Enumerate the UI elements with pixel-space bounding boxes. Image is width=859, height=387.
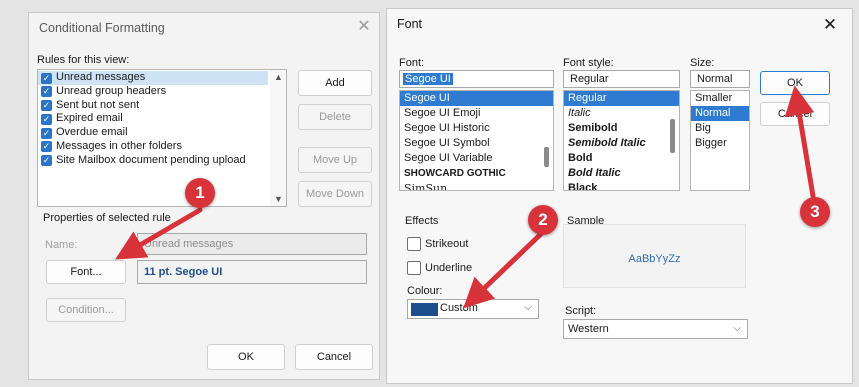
properties-label: Properties of selected rule [43, 212, 171, 224]
sample-box: AaBbYyZz [563, 224, 746, 288]
size-item[interactable]: Bigger [691, 136, 749, 151]
font-list[interactable]: Segoe UI Segoe UI Emoji Segoe UI Histori… [399, 90, 554, 191]
rule-label: Unread messages [56, 71, 146, 83]
style-item[interactable]: Bold Italic [564, 166, 679, 181]
font-value: 11 pt. Segoe UI [137, 260, 367, 284]
rules-label: Rules for this view: [37, 54, 130, 66]
chevron-down-icon: ⌵ [733, 323, 741, 334]
chevron-down-icon: ⌵ [524, 302, 532, 313]
rule-label: Expired email [56, 112, 123, 125]
name-label: Name: [45, 239, 78, 251]
colour-select[interactable]: Custom ⌵ [407, 299, 539, 319]
font-input[interactable]: Segoe UI [399, 70, 554, 88]
font-item[interactable]: Segoe UI Variable [400, 151, 553, 166]
rule-label: Site Mailbox document pending upload [56, 153, 246, 166]
font-scrollbar[interactable] [544, 147, 549, 167]
delete-button[interactable]: Delete [298, 104, 372, 130]
style-scrollbar[interactable] [670, 119, 675, 153]
size-item[interactable]: Smaller [691, 91, 749, 106]
name-field[interactable]: Unread messages [137, 233, 367, 255]
rule-item[interactable]: ✓ Expired email [38, 112, 268, 126]
condition-button[interactable]: Condition... [46, 298, 126, 322]
size-label: Size: [690, 57, 715, 69]
size-item[interactable]: Normal [691, 106, 749, 121]
rule-item[interactable]: ✓ Overdue email [38, 126, 268, 140]
script-label: Script: [565, 305, 597, 317]
rules-scrollbar[interactable]: ▲ ▼ [270, 70, 286, 206]
close-icon[interactable]: ✕ [819, 14, 841, 36]
style-item[interactable]: Black [564, 181, 679, 190]
font-dialog: Font ✕ Font: Segoe UI Segoe UI Segoe UI … [386, 8, 853, 384]
checkbox-checked-icon[interactable]: ✓ [41, 141, 52, 153]
effects-label: Effects [405, 215, 439, 227]
step-badge-1: 1 [185, 178, 215, 208]
colour-label: Colour: [407, 285, 443, 297]
step-badge-3: 3 [800, 197, 830, 227]
checkbox-checked-icon[interactable]: ✓ [41, 86, 52, 98]
style-item[interactable]: Semibold Italic [564, 136, 679, 151]
colour-swatch [411, 303, 438, 316]
rule-item[interactable]: ✓ Unread messages [38, 71, 268, 85]
underline-label: Underline [425, 262, 473, 274]
font-item[interactable]: Segoe UI [400, 91, 553, 106]
font-item[interactable]: Segoe UI Historic [400, 121, 553, 136]
rules-list[interactable]: ✓ Unread messages ✓ Unread group headers ✓… [37, 69, 287, 207]
move-down-button[interactable]: Move Down [298, 181, 372, 207]
font-button[interactable]: Font... [46, 260, 126, 284]
dialog-title: Font [397, 17, 423, 31]
rule-label: Sent but not sent [56, 98, 140, 111]
font-item[interactable]: Segoe UI Emoji [400, 106, 553, 121]
step-badge-2: 2 [528, 205, 558, 235]
close-icon[interactable]: ✕ [353, 16, 375, 38]
size-item[interactable]: Big [691, 121, 749, 136]
cancel-button[interactable]: Cancel [760, 102, 830, 126]
scroll-down-icon[interactable]: ▼ [274, 194, 283, 204]
style-item[interactable]: Semibold [564, 121, 679, 136]
style-item[interactable]: Bold [564, 151, 679, 166]
checkbox-checked-icon[interactable]: ✓ [41, 72, 52, 84]
style-label: Font style: [563, 57, 614, 69]
font-item[interactable]: SHOWCARD GOTHIC [400, 166, 553, 181]
font-item[interactable]: SimSun [400, 181, 553, 190]
move-up-button[interactable]: Move Up [298, 147, 372, 173]
rule-item[interactable]: ✓ Site Mailbox document pending upload [38, 154, 268, 168]
sample-text: AaBbYyZz [628, 253, 681, 265]
style-input[interactable]: Regular [563, 70, 680, 88]
checkbox-checked-icon[interactable]: ✓ [41, 127, 52, 139]
underline-checkbox[interactable] [407, 261, 421, 275]
size-list[interactable]: Smaller Normal Big Bigger [690, 90, 750, 191]
strikeout-label: Strikeout [425, 238, 469, 250]
checkbox-checked-icon[interactable]: ✓ [41, 113, 52, 125]
rule-label: Messages in other folders [56, 139, 182, 152]
strikeout-checkbox[interactable] [407, 237, 421, 251]
cancel-button[interactable]: Cancel [295, 344, 373, 370]
rule-label: Unread group headers [56, 84, 167, 97]
dialog-title: Conditional Formatting [39, 21, 165, 35]
colour-value: Custom [440, 302, 478, 314]
font-label: Font: [399, 57, 425, 69]
script-select[interactable]: Western ⌵ [563, 319, 748, 339]
rule-label: Overdue email [56, 126, 128, 139]
font-item[interactable]: Segoe UI Symbol [400, 136, 553, 151]
style-item[interactable]: Italic [564, 106, 679, 121]
script-value: Western [568, 323, 609, 335]
rule-item[interactable]: ✓ Messages in other folders [38, 140, 268, 154]
checkbox-checked-icon[interactable]: ✓ [41, 155, 52, 167]
rule-item[interactable]: ✓ Sent but not sent [38, 99, 268, 113]
style-item[interactable]: Regular [564, 91, 679, 106]
font-input-value: Segoe UI [403, 73, 453, 85]
size-input[interactable]: Normal [690, 70, 750, 88]
ok-button[interactable]: OK [207, 344, 285, 370]
add-button[interactable]: Add [298, 70, 372, 96]
style-list[interactable]: Regular Italic Semibold Semibold Italic … [563, 90, 680, 191]
checkbox-checked-icon[interactable]: ✓ [41, 100, 52, 112]
ok-button[interactable]: OK [760, 71, 830, 95]
scroll-up-icon[interactable]: ▲ [274, 72, 283, 82]
rule-item[interactable]: ✓ Unread group headers [38, 85, 268, 99]
